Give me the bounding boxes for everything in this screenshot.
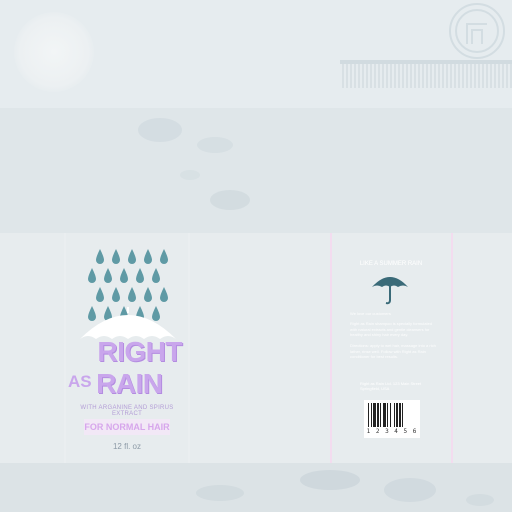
- barcode-bar: [383, 403, 386, 427]
- barcode: 1 2 3 4 5 6: [364, 400, 420, 438]
- raindrop-icon: [88, 268, 96, 283]
- raindrop-icon: [144, 249, 152, 264]
- barcode-bar: [394, 403, 395, 427]
- barcode-number: 1 2 3 4 5 6: [366, 428, 418, 435]
- barcode-bar: [377, 403, 379, 427]
- texture-smudge-lower: [196, 470, 494, 506]
- barcode-bar: [390, 403, 391, 427]
- barcode-bar: [402, 403, 403, 427]
- panel-divider-3: [330, 233, 332, 463]
- raindrop-icon: [104, 268, 112, 283]
- volume-text: 12 fl. oz: [112, 442, 141, 451]
- raindrop-icon: [144, 287, 152, 302]
- brand-name-line1: RIGHT: [97, 336, 182, 367]
- raindrop-icon: [136, 268, 144, 283]
- panel-divider-4: [451, 233, 453, 463]
- texture-smudge-upper: [138, 118, 250, 210]
- raindrop-icon: [160, 287, 168, 302]
- barcode-bar: [368, 403, 369, 427]
- circular-emblem-icon: [449, 3, 505, 59]
- barcode-bar: [396, 403, 398, 427]
- barcode-bar: [399, 403, 401, 427]
- barcode-bar: [371, 403, 372, 427]
- brand-name-as: AS: [68, 372, 92, 391]
- back-heading: LIKE A SUMMER RAIN: [359, 261, 423, 267]
- barcode-bar: [380, 403, 381, 427]
- panel-divider-2: [188, 233, 190, 463]
- raindrop-icon: [112, 249, 120, 264]
- barcode-bar: [373, 403, 376, 427]
- raindrop-icon: [96, 287, 104, 302]
- back-paragraph-2: Right as Rain shampoo is specially formu…: [350, 321, 433, 337]
- barcode-bars: [368, 403, 403, 427]
- tagline: WITH ARGANINE AND SPIRUS EXTRACT: [80, 405, 174, 417]
- raindrop-icon: [160, 249, 168, 264]
- brand-name-line2: AS RAIN: [68, 367, 184, 404]
- back-paragraph-3: Directions: apply to wet hair, massage i…: [350, 343, 436, 359]
- back-paragraph-1: We love our customers: [350, 311, 391, 316]
- umbrella-icon: [372, 277, 408, 305]
- back-label-panel: LIKE A SUMMER RAIN We love our customers…: [336, 233, 446, 463]
- hair-type-badge: FOR NORMAL HAIR: [84, 419, 170, 435]
- raindrop-icon: [112, 287, 120, 302]
- front-label-panel: RIGHT AS RAIN WITH ARGANINE AND SPIRUS E…: [66, 233, 188, 463]
- back-address: Right as Rain Ltd. 123 Main Street Sprin…: [360, 381, 422, 391]
- brand-name-rain: RAIN: [96, 368, 163, 399]
- raindrop-icon: [128, 249, 136, 264]
- comb-texture: [340, 60, 512, 88]
- raindrop-icon: [96, 249, 104, 264]
- raindrop-icon: [120, 268, 128, 283]
- cap-highlight: [14, 12, 94, 92]
- barcode-bar: [387, 403, 388, 427]
- raindrop-icon: [128, 287, 136, 302]
- raindrop-icon: [152, 268, 160, 283]
